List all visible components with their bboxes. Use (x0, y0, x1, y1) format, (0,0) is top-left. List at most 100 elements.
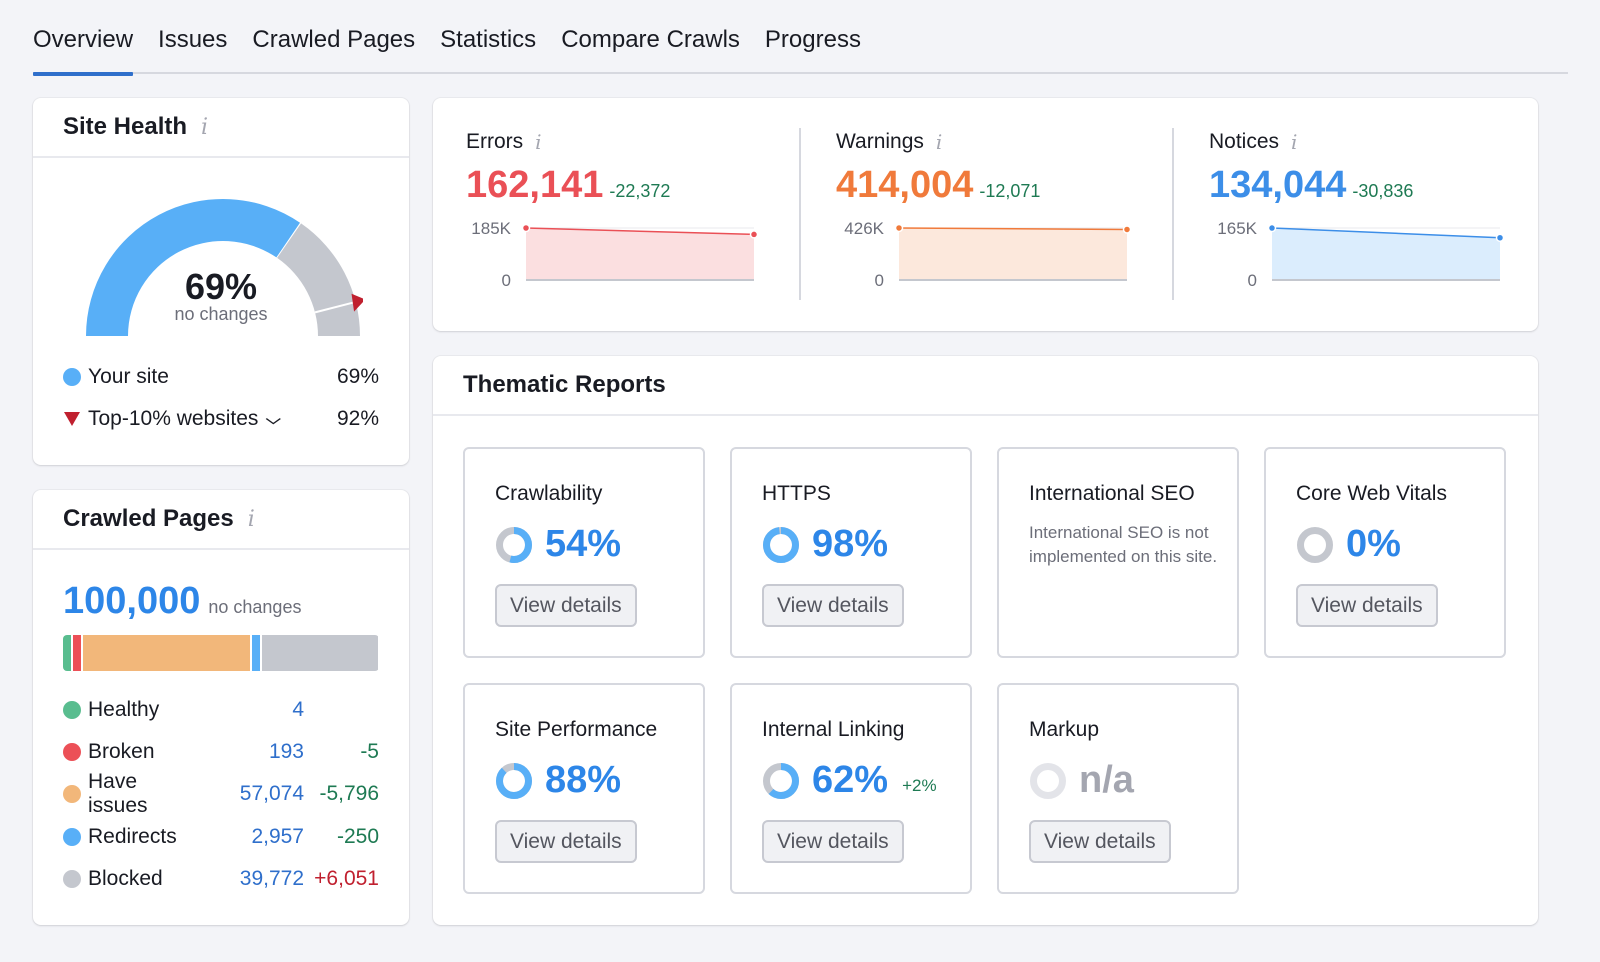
row-redirects[interactable]: Redirects 2,957 -250 (63, 823, 379, 851)
report-title: International SEO (1029, 482, 1195, 505)
tab-compare-crawls[interactable]: Compare Crawls (561, 22, 740, 74)
warnings-value: 414,004 -12,071 (836, 164, 1040, 207)
report-score: 0% (1296, 523, 1401, 566)
view-details-button[interactable]: View details (495, 584, 637, 627)
row-delta: -5,796 (319, 782, 379, 805)
report-score-value: n/a (1079, 759, 1134, 801)
warnings-label: Warnings (836, 130, 924, 153)
view-details-button[interactable]: View details (762, 584, 904, 627)
errors-sparkline: 185K 0 (471, 219, 759, 290)
sparkline-point[interactable] (1495, 233, 1505, 243)
info-icon[interactable]: i (535, 130, 541, 154)
report-score-value: 54% (545, 523, 622, 565)
report-description: International SEO is not implemented on … (1029, 523, 1218, 566)
warnings-sparkline: 426K 0 (844, 219, 1132, 290)
chevron-down-icon[interactable]: ⌵ (266, 411, 281, 428)
view-details-button[interactable]: View details (1296, 584, 1438, 627)
donut-fill (496, 762, 532, 799)
info-icon[interactable]: i (936, 130, 942, 154)
total-pages-count[interactable]: 100,000 (63, 580, 200, 623)
circle-green-icon (63, 701, 81, 719)
info-icon[interactable]: i (248, 507, 255, 532)
tab-issues[interactable]: Issues (158, 22, 227, 74)
notices-label: Notices (1209, 130, 1280, 153)
legend-top10: Top-10% websites ⌵ 92% (63, 406, 379, 432)
errors-label: Errors (466, 130, 524, 153)
triangle-down-red-icon (64, 412, 80, 426)
report-international-seo: International SEO International SEO is n… (997, 447, 1239, 658)
view-details-button[interactable]: View details (1029, 820, 1171, 863)
bar-segment-redirects[interactable] (251, 635, 261, 671)
thematic-reports-card: Thematic Reports Crawlability 54% View d… (433, 356, 1538, 925)
report-internal-linking: Internal Linking 62% +2% View details (730, 683, 972, 894)
row-blocked[interactable]: Blocked 39,772 +6,051 (63, 865, 379, 893)
row-count[interactable]: 193 (184, 740, 304, 764)
view-details-button[interactable]: View details (762, 820, 904, 863)
report-score-delta: +2% (902, 775, 937, 795)
score-donut-icon (763, 526, 799, 563)
tab-overview[interactable]: Overview (33, 22, 134, 76)
notices-value: 134,044 -30,836 (1209, 164, 1413, 207)
row-label: Broken (88, 740, 155, 763)
row-label: Blocked (88, 867, 163, 890)
report-title: Core Web Vitals (1296, 482, 1447, 505)
sparkline-point[interactable] (521, 223, 531, 233)
info-icon[interactable]: i (1291, 130, 1297, 154)
row-count[interactable]: 57,074 (184, 782, 304, 806)
sparkline-ymin-label: 0 (1248, 271, 1257, 290)
notices-count[interactable]: 134,044 (1209, 164, 1346, 207)
tab-crawled-pages[interactable]: Crawled Pages (252, 22, 415, 74)
circle-gray-icon (63, 870, 81, 888)
site-health-score: 69% (184, 266, 258, 307)
score-donut-icon (1297, 526, 1333, 563)
row-have-issues[interactable]: Have issues 57,074 -5,796 (63, 770, 379, 817)
bar-segment-blocked[interactable] (262, 635, 379, 671)
top10-dropdown[interactable]: Top-10% websites ⌵ (88, 407, 337, 431)
thematic-reports-header: Thematic Reports (433, 356, 1538, 416)
notices-title: Notices i (1209, 130, 1297, 154)
report-score-value: 0% (1346, 523, 1401, 565)
site-health-change: no changes (174, 304, 268, 324)
row-label: Healthy (88, 698, 160, 721)
errors-value: 162,141 -22,372 (466, 164, 670, 207)
report-site-performance: Site Performance 88% View details (463, 683, 705, 894)
sparkline-point[interactable] (894, 223, 904, 233)
report-title: Site Performance (495, 718, 658, 741)
circle-blue-icon (63, 828, 81, 846)
row-count[interactable]: 2,957 (184, 825, 304, 849)
bar-segment-have-issues[interactable] (83, 635, 250, 671)
sparkline-ymax-label: 185K (471, 219, 511, 238)
errors-title: Errors i (466, 130, 542, 154)
site-health-card: Site Health i 69% no changes Your site 6… (33, 98, 409, 465)
errors-count[interactable]: 162,141 (466, 164, 603, 207)
tab-statistics[interactable]: Statistics (440, 22, 536, 74)
report-score: 98% (762, 523, 888, 566)
report-title: Markup (1029, 718, 1100, 741)
row-healthy[interactable]: Healthy 4 (63, 696, 379, 724)
bar-segment-healthy[interactable] (63, 635, 71, 671)
errors-delta: -22,372 (609, 181, 671, 201)
bar-segment-broken[interactable] (73, 635, 81, 671)
crawled-pages-distribution-bar (63, 635, 379, 671)
view-details-button[interactable]: View details (495, 820, 637, 863)
warnings-count[interactable]: 414,004 (836, 164, 973, 207)
row-broken[interactable]: Broken 193 -5 (63, 738, 379, 766)
crawled-pages-card: Crawled Pages i 100,000 no changes Healt… (33, 490, 409, 925)
score-donut-icon (496, 526, 532, 563)
site-health-title: Site Health (63, 113, 188, 140)
report-title: Internal Linking (762, 718, 905, 741)
row-count[interactable]: 4 (184, 698, 304, 722)
score-donut-icon (496, 762, 532, 799)
sparkline-ymax-label: 165K (1217, 219, 1257, 238)
notices-delta: -30,836 (1352, 181, 1414, 201)
row-delta: -250 (336, 825, 379, 848)
row-count[interactable]: 39,772 (184, 867, 304, 891)
sparkline-point[interactable] (749, 230, 759, 239)
report-score: 54% (495, 523, 621, 566)
sparkline-point[interactable] (1267, 223, 1277, 233)
info-icon[interactable]: i (201, 115, 208, 140)
sparkline-point[interactable] (1122, 225, 1132, 234)
sparkline-area (526, 228, 754, 280)
warnings-delta: -12,071 (979, 181, 1041, 201)
tab-progress[interactable]: Progress (765, 22, 861, 74)
